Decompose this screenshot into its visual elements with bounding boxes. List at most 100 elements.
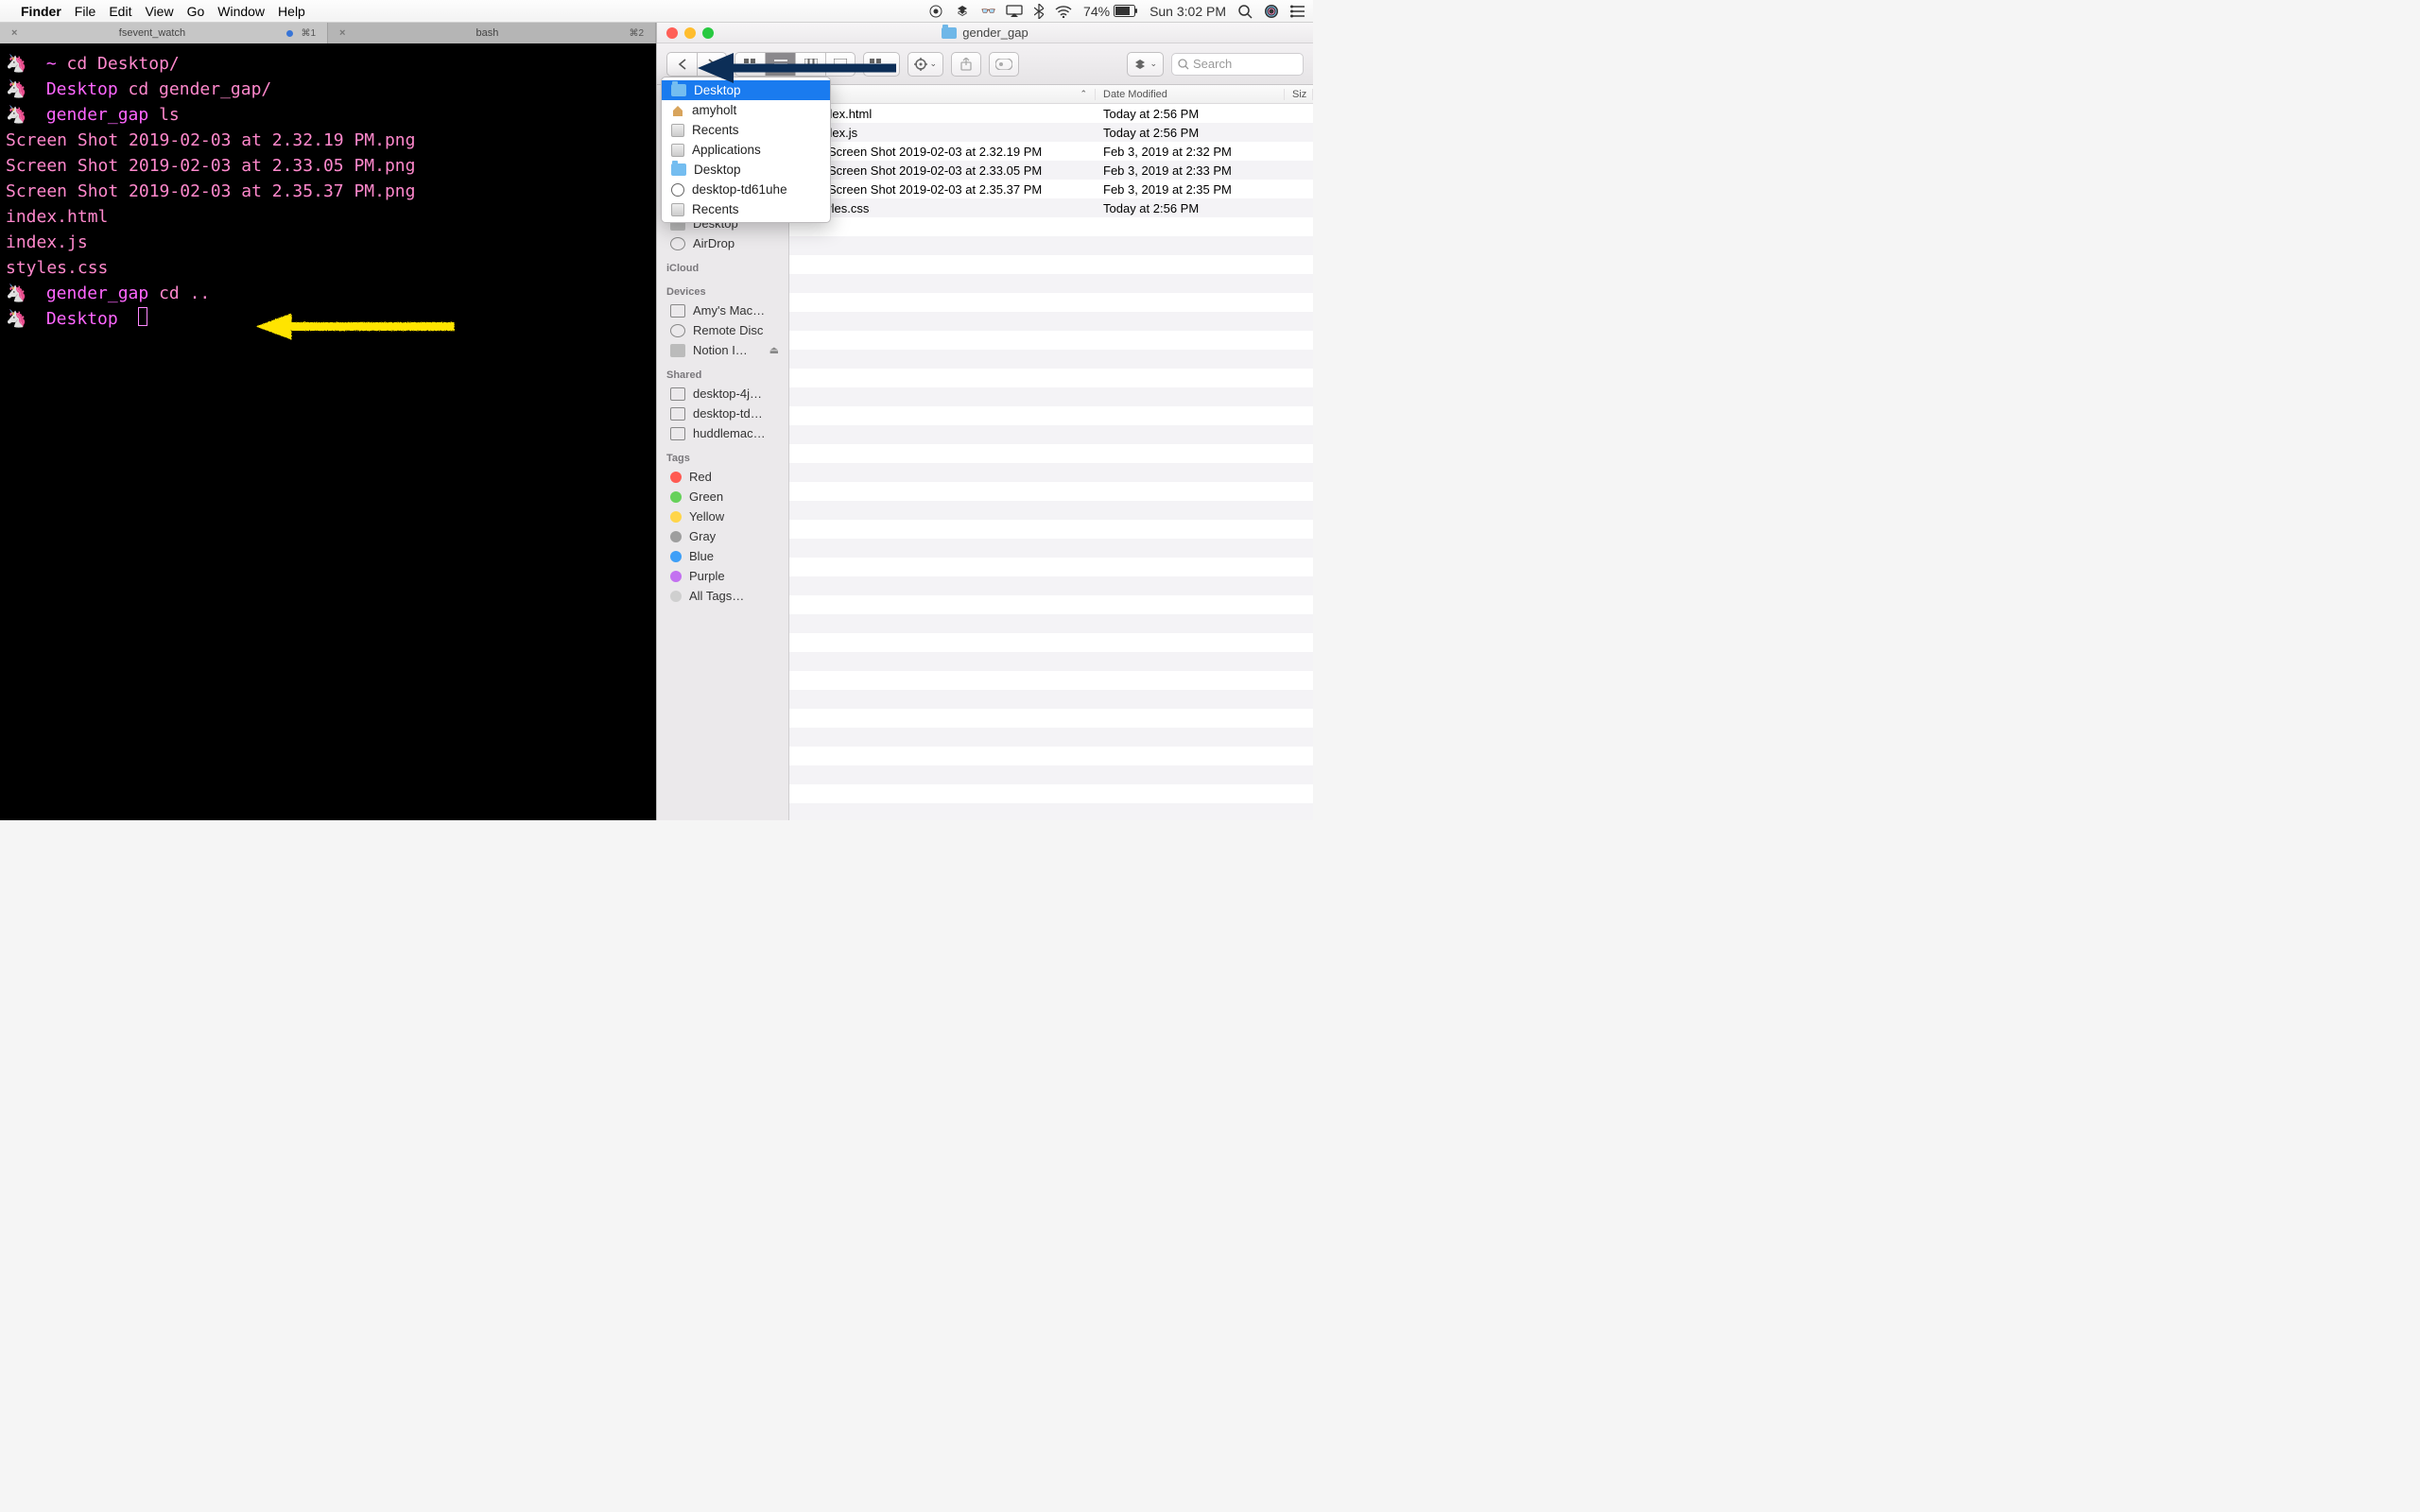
sidebar-item[interactable]: Blue <box>657 546 788 566</box>
spotlight-icon[interactable] <box>1237 4 1253 19</box>
macos-menubar: Finder File Edit View Go Window Help 👓 7… <box>0 0 1313 23</box>
zoom-window-button[interactable] <box>702 27 714 39</box>
sidebar-item[interactable]: Red <box>657 467 788 487</box>
path-popup-item[interactable]: Applications <box>662 140 830 160</box>
path-popup-item[interactable]: Recents <box>662 120 830 140</box>
column-header-size[interactable]: Siz <box>1285 89 1313 100</box>
battery-status[interactable]: 74% <box>1083 4 1138 19</box>
terminal-tab-title: bash <box>353 21 621 46</box>
file-row-empty <box>789 312 1313 331</box>
terminal-line: styles.css <box>6 255 650 281</box>
airplay-icon[interactable] <box>1006 5 1023 18</box>
glasses-icon[interactable]: 👓 <box>981 4 994 19</box>
tags-button[interactable] <box>989 52 1019 77</box>
view-mode-segment <box>735 52 856 77</box>
sidebar-item[interactable]: AirDrop <box>657 233 788 253</box>
share-button[interactable] <box>951 52 981 77</box>
sidebar-item[interactable]: Amy's Mac… <box>657 301 788 320</box>
path-popup-item[interactable]: Recents <box>662 199 830 219</box>
file-row-empty <box>789 576 1313 595</box>
column-header-date[interactable]: Date Modified <box>1096 89 1285 100</box>
sidebar-item[interactable]: Yellow <box>657 507 788 526</box>
sidebar-item[interactable]: All Tags… <box>657 586 788 606</box>
menu-file[interactable]: File <box>75 4 96 19</box>
terminal-line: Screen Shot 2019-02-03 at 2.33.05 PM.png <box>6 153 650 179</box>
path-popup-item[interactable]: Desktop <box>662 160 830 180</box>
sidebar-item[interactable]: desktop-td… <box>657 404 788 423</box>
file-row-empty <box>789 652 1313 671</box>
sidebar-item[interactable]: desktop-4j… <box>657 384 788 404</box>
file-row[interactable]: …Screen Shot 2019-02-03 at 2.35.37 PMFeb… <box>789 180 1313 198</box>
search-icon <box>1178 59 1189 70</box>
finder-titlebar[interactable]: gender_gap <box>657 23 1313 43</box>
finder-search-input[interactable]: Search <box>1171 53 1304 76</box>
path-breadcrumb-popup: DesktopamyholtRecentsApplicationsDesktop… <box>661 77 831 223</box>
bluetooth-icon[interactable] <box>1034 4 1044 19</box>
menubar-app-name[interactable]: Finder <box>21 4 61 19</box>
file-row[interactable]: styles.cssToday at 2:56 PM <box>789 198 1313 217</box>
sidebar-item[interactable]: huddlemac… <box>657 423 788 443</box>
dropbox-icon[interactable] <box>955 4 970 19</box>
path-popup-item[interactable]: amyholt <box>662 100 830 120</box>
file-row-empty <box>789 671 1313 690</box>
terminal-tab-2[interactable]: × bash ⌘2 <box>328 23 656 43</box>
terminal-body[interactable]: 🦄 ~ cd Desktop/ 🦄 Desktop cd gender_gap/… <box>0 43 656 339</box>
file-row[interactable]: index.htmlToday at 2:56 PM <box>789 104 1313 123</box>
view-columns-button[interactable] <box>795 52 825 77</box>
close-icon[interactable]: × <box>339 21 345 46</box>
drive-icon <box>671 203 684 216</box>
minimize-window-button[interactable] <box>684 27 696 39</box>
menu-view[interactable]: View <box>145 4 173 19</box>
close-window-button[interactable] <box>666 27 678 39</box>
siri-icon[interactable] <box>1264 4 1279 19</box>
wifi-icon[interactable] <box>1055 5 1072 18</box>
sidebar-item[interactable]: Notion I…⏏ <box>657 340 788 360</box>
action-button[interactable]: ⌄ <box>908 52 944 77</box>
sidebar-section-header: Devices <box>657 277 788 301</box>
back-button[interactable] <box>666 52 697 77</box>
arrange-button[interactable]: ⌄ <box>863 52 900 77</box>
notification-center-icon[interactable] <box>1290 5 1305 18</box>
dirty-dot-icon <box>286 30 293 37</box>
folder-icon <box>671 84 686 96</box>
view-list-button[interactable] <box>765 52 795 77</box>
file-row-empty <box>789 558 1313 576</box>
view-icons-button[interactable] <box>735 52 765 77</box>
file-row[interactable]: …Screen Shot 2019-02-03 at 2.32.19 PMFeb… <box>789 142 1313 161</box>
file-row-empty <box>789 803 1313 820</box>
terminal-line: Screen Shot 2019-02-03 at 2.35.37 PM.png <box>6 179 650 204</box>
terminal-tab-1[interactable]: × fsevent_watch ⌘1 <box>0 23 328 43</box>
forward-button[interactable] <box>697 52 727 77</box>
record-icon[interactable] <box>928 4 943 19</box>
tag-dot-icon <box>670 472 682 483</box>
tag-dot-icon <box>670 591 682 602</box>
menu-window[interactable]: Window <box>217 4 265 19</box>
sort-caret-icon: ⌃ <box>1080 89 1087 99</box>
path-popup-item[interactable]: Desktop <box>662 80 830 100</box>
close-icon[interactable]: × <box>11 21 17 46</box>
file-row-empty <box>789 350 1313 369</box>
sidebar-item[interactable]: Remote Disc <box>657 320 788 340</box>
menu-go[interactable]: Go <box>187 4 205 19</box>
file-row-empty <box>789 728 1313 747</box>
dropbox-toolbar-button[interactable]: ⌄ <box>1127 52 1164 77</box>
menu-help[interactable]: Help <box>278 4 305 19</box>
view-gallery-button[interactable] <box>825 52 856 77</box>
file-date: Feb 3, 2019 at 2:32 PM <box>1096 145 1285 159</box>
menubar-clock[interactable]: Sun 3:02 PM <box>1150 4 1226 19</box>
sidebar-item[interactable]: Purple <box>657 566 788 586</box>
file-row[interactable]: index.jsToday at 2:56 PM <box>789 123 1313 142</box>
sidebar-item[interactable]: Green <box>657 487 788 507</box>
eject-icon[interactable]: ⏏ <box>769 344 779 356</box>
file-row[interactable]: …Screen Shot 2019-02-03 at 2.33.05 PMFeb… <box>789 161 1313 180</box>
sidebar-item[interactable]: Gray <box>657 526 788 546</box>
file-row-empty <box>789 690 1313 709</box>
file-row-empty <box>789 463 1313 482</box>
tag-dot-icon <box>670 531 682 542</box>
path-popup-item[interactable]: desktop-td61uhe <box>662 180 830 199</box>
column-header-name[interactable]: Name ⌃ <box>789 89 1096 100</box>
terminal-line: index.js <box>6 230 650 255</box>
menu-edit[interactable]: Edit <box>109 4 131 19</box>
file-row-empty <box>789 236 1313 255</box>
file-name: …Screen Shot 2019-02-03 at 2.35.37 PM <box>816 182 1042 197</box>
